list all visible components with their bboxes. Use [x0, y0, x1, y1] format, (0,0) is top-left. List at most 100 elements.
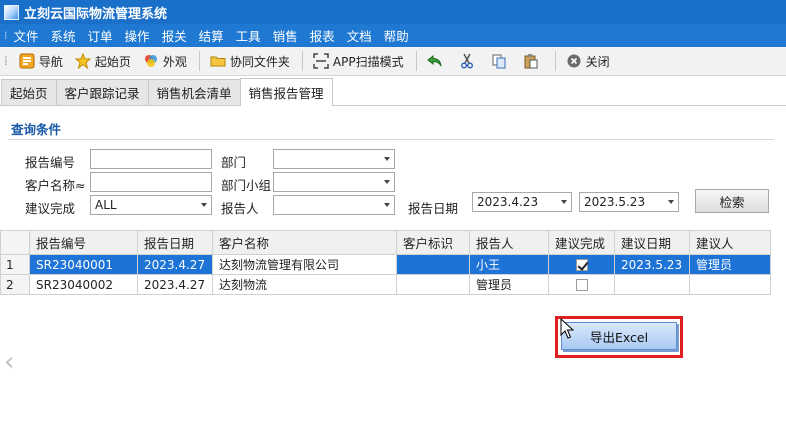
col-customer-name[interactable]: 客户名称	[212, 230, 397, 255]
copy-button[interactable]	[486, 50, 516, 73]
tab-home[interactable]: 起始页	[1, 79, 57, 105]
toolbar-separator	[415, 51, 417, 71]
customer-name-input[interactable]	[90, 172, 212, 192]
toolbar-separator	[554, 51, 556, 71]
toolbar-separator	[198, 51, 200, 71]
menu-reports[interactable]: 报表	[310, 26, 335, 45]
suggest-done-checkbox[interactable]	[575, 259, 588, 271]
menu-order[interactable]: 订单	[88, 26, 113, 45]
chevron-down-icon	[384, 203, 390, 207]
cell-suggester[interactable]: 管理员	[689, 254, 771, 275]
menu-system[interactable]: 系统	[51, 26, 76, 45]
customer-name-label: 客户名称≈	[25, 178, 86, 193]
menu-customs[interactable]: 报关	[162, 26, 187, 45]
paste-button[interactable]	[518, 50, 548, 73]
date-from-picker[interactable]: 2023.4.23	[472, 192, 572, 212]
tab-sales-report-management[interactable]: 销售报告管理	[239, 78, 333, 106]
cell-suggester[interactable]	[689, 274, 771, 295]
cell-customer-tag[interactable]	[396, 274, 470, 295]
suggest-done-checkbox[interactable]	[575, 279, 588, 291]
cell-customer-name[interactable]: 达刻物流管理有限公司	[212, 254, 397, 275]
suggest-done-select[interactable]: ALL	[90, 195, 212, 215]
tab-customer-tracking[interactable]: 客户跟踪记录	[55, 79, 149, 105]
menu-file[interactable]: 文件	[14, 26, 39, 45]
query-section-title: 查询条件	[11, 122, 62, 137]
app-scan-button-label: APP扫描模式	[332, 54, 404, 69]
dept-group-label: 部门小组	[221, 178, 272, 193]
cell-report-date[interactable]: 2023.4.27	[137, 274, 213, 295]
menu-settlement[interactable]: 结算	[199, 26, 224, 45]
table-row[interactable]: 1 SR23040001 2023.4.27 达刻物流管理有限公司 小王 202…	[0, 254, 771, 275]
dept-select[interactable]	[273, 149, 395, 169]
palette-icon	[143, 53, 159, 69]
cell-reporter[interactable]: 管理员	[469, 274, 549, 295]
cut-button[interactable]	[454, 50, 484, 73]
date-to-value: 2023.5.23	[584, 195, 646, 209]
home-button[interactable]: 起始页	[70, 50, 136, 73]
reporter-select[interactable]	[273, 195, 395, 215]
folder-icon	[210, 53, 226, 69]
tab-strip: 起始页 客户跟踪记录 销售机会清单 销售报告管理	[0, 78, 786, 106]
chevron-left-icon[interactable]: ‹	[4, 348, 20, 376]
shared-folder-button[interactable]: 协同文件夹	[205, 50, 295, 73]
suggest-done-label: 建议完成	[25, 201, 76, 216]
navigation-icon	[19, 53, 35, 69]
cell-customer-tag[interactable]	[396, 254, 470, 275]
appearance-button[interactable]: 外观	[138, 50, 192, 73]
col-suggest-date[interactable]: 建议日期	[614, 230, 690, 255]
nav-button-label: 导航	[38, 54, 63, 69]
menu-grip-icon: ⁞	[4, 29, 8, 42]
suggest-done-value: ALL	[95, 198, 117, 212]
close-button[interactable]: 关闭	[561, 50, 615, 73]
cell-customer-name[interactable]: 达刻物流	[212, 274, 397, 295]
app-scan-button[interactable]: APP扫描模式	[308, 50, 409, 73]
scan-icon	[313, 53, 329, 69]
col-suggester[interactable]: 建议人	[689, 230, 771, 255]
search-button[interactable]: 检索	[695, 189, 769, 213]
undo-button[interactable]	[422, 50, 452, 73]
cell-reporter[interactable]: 小王	[469, 254, 549, 275]
date-to-picker[interactable]: 2023.5.23	[579, 192, 679, 212]
tab-sales-opportunities[interactable]: 销售机会清单	[147, 79, 241, 105]
undo-icon	[426, 53, 443, 69]
paste-icon	[523, 53, 539, 69]
col-suggest-done[interactable]: 建议完成	[548, 230, 615, 255]
report-no-input[interactable]	[90, 149, 212, 169]
window-title: 立刻云国际物流管理系统	[24, 6, 168, 22]
cell-suggest-date[interactable]: 2023.5.23	[614, 254, 690, 275]
reporter-label: 报告人	[221, 201, 259, 216]
chevron-down-icon	[201, 203, 207, 207]
mouse-cursor-icon	[560, 318, 574, 339]
chevron-down-icon	[668, 200, 674, 204]
cell-report-no[interactable]: SR23040001	[29, 254, 138, 275]
cell-report-date[interactable]: 2023.4.27	[137, 254, 213, 275]
table-row[interactable]: 2 SR23040002 2023.4.27 达刻物流 管理员	[0, 274, 771, 295]
menu-tools[interactable]: 工具	[236, 26, 261, 45]
scissors-icon	[459, 53, 475, 69]
close-icon	[566, 53, 582, 69]
toolbar: ⁞ 导航 起始页 外观 协同文件夹 APP扫描模式 关闭	[0, 47, 786, 76]
col-customer-tag[interactable]: 客户标识	[396, 230, 470, 255]
cell-suggest-date[interactable]	[614, 274, 690, 295]
menu-sales[interactable]: 销售	[273, 26, 298, 45]
cell-suggest-done[interactable]	[548, 274, 615, 295]
toolbar-grip-icon: ⁞	[4, 54, 8, 68]
cell-suggest-done[interactable]	[548, 254, 615, 275]
shared-folder-button-label: 协同文件夹	[229, 54, 290, 69]
menu-help[interactable]: 帮助	[384, 26, 409, 45]
col-reporter[interactable]: 报告人	[469, 230, 549, 255]
nav-button[interactable]: 导航	[14, 50, 68, 73]
menu-documents[interactable]: 文档	[347, 26, 372, 45]
col-report-date[interactable]: 报告日期	[137, 230, 213, 255]
report-date-label: 报告日期	[408, 201, 459, 216]
dept-group-select[interactable]	[273, 172, 395, 192]
export-excel-button[interactable]: 导出Excel	[561, 322, 677, 350]
cell-report-no[interactable]: SR23040002	[29, 274, 138, 295]
appearance-button-label: 外观	[162, 54, 187, 69]
toolbar-separator	[301, 51, 303, 71]
menu-operation[interactable]: 操作	[125, 26, 150, 45]
report-no-label: 报告编号	[25, 155, 76, 170]
row-number: 1	[0, 254, 30, 275]
col-report-no[interactable]: 报告编号	[29, 230, 138, 255]
grid-header-row: 报告编号 报告日期 客户名称 客户标识 报告人 建议完成 建议日期 建议人	[0, 230, 771, 255]
